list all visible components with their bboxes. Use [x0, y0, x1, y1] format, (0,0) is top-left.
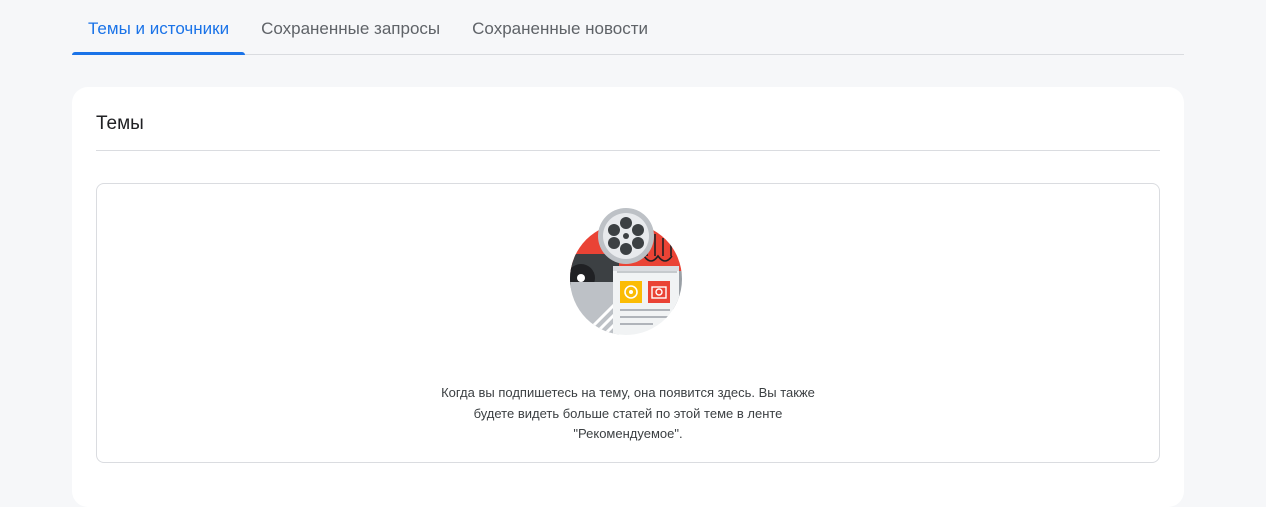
topics-card: Темы Когда вы подпишетесь на тему, она п…: [72, 87, 1184, 507]
empty-state: Когда вы подпишетесь на тему, она появит…: [96, 183, 1160, 463]
section-title: Темы: [96, 113, 144, 134]
tab-topics-and-sources[interactable]: Темы и источники: [72, 0, 246, 55]
film-reel-news-illustration-icon: [570, 208, 682, 335]
tab-saved-searches[interactable]: Сохраненные запросы: [245, 0, 456, 54]
tab-bar: Темы и источники Сохраненные запросы Сох…: [72, 0, 1184, 55]
empty-state-message: Когда вы подпишетесь на тему, она появит…: [441, 385, 815, 441]
tab-saved-stories[interactable]: Сохраненные новости: [456, 0, 664, 54]
divider: [96, 150, 1160, 151]
